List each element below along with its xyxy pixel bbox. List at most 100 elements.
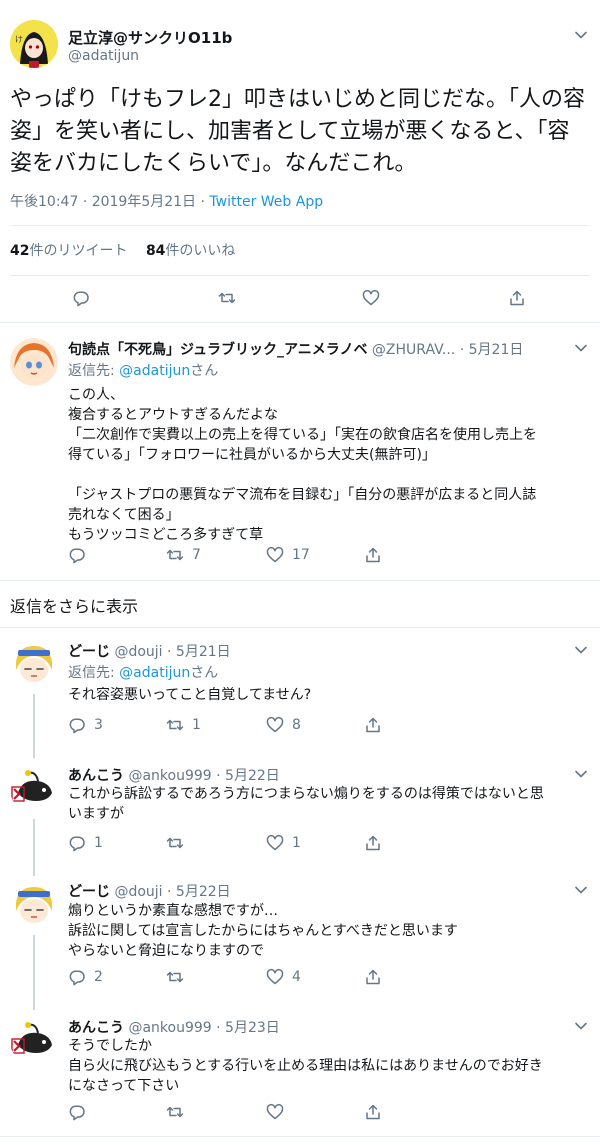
reply-button[interactable]: 3	[68, 716, 103, 734]
engagement-stats: 42件のリツイート 84件のいいね	[10, 240, 235, 260]
retweet-stat[interactable]: 42件のリツイート	[10, 243, 127, 259]
reply-line: やらないと脅迫になりますので	[68, 943, 264, 959]
like-count: 1	[292, 835, 301, 851]
author-handle[interactable]: @ankou999	[128, 768, 211, 784]
reply-button[interactable]	[68, 546, 94, 564]
share-icon	[366, 1104, 380, 1120]
reply-date[interactable]: 5月21日	[469, 342, 524, 358]
reply-line: 売れなくて困る」	[68, 507, 180, 523]
reply-button[interactable]	[68, 1103, 94, 1121]
author-name[interactable]: あんこう	[68, 1020, 124, 1036]
reply-icon	[69, 970, 85, 986]
reply-button[interactable]	[72, 289, 90, 307]
reply-button[interactable]: 2	[68, 968, 103, 986]
avatar[interactable]	[10, 640, 58, 688]
chevron-down-icon[interactable]	[572, 881, 590, 899]
reply-date[interactable]: 5月22日	[176, 884, 231, 900]
reply-line: もうツッコミどころ多すぎて草	[68, 527, 264, 543]
show-more-replies[interactable]: 返信をさらに表示	[10, 593, 138, 617]
share-button[interactable]	[364, 968, 382, 986]
retweet-icon	[166, 719, 184, 731]
reply-to-suffix: さん	[190, 363, 219, 379]
like-button[interactable]	[266, 1103, 292, 1121]
heart-icon	[266, 835, 284, 851]
like-label: 件のいいね	[165, 243, 236, 259]
share-icon	[366, 547, 380, 563]
reply-date[interactable]: 5月21日	[176, 644, 231, 660]
chevron-down-icon[interactable]	[572, 641, 590, 659]
avatar[interactable]	[10, 338, 58, 386]
author-name[interactable]: どーじ	[68, 644, 110, 660]
reply-header: あんこう @ankou999 · 5月22日	[68, 768, 280, 784]
avatar[interactable]	[10, 881, 58, 929]
author-handle[interactable]: @ZHURAV...	[372, 342, 455, 358]
retweet-button[interactable]: 7	[166, 546, 201, 564]
author-handle[interactable]: @adatijun	[68, 48, 139, 64]
retweet-button[interactable]: 1	[166, 716, 201, 734]
reply-line: これから訴訟するであろう方につまらない煽りをするのは得策ではないと思	[68, 786, 544, 802]
retweet-button[interactable]	[166, 834, 192, 852]
avatar[interactable]	[10, 1017, 58, 1065]
avatar[interactable]	[10, 765, 58, 813]
reply-to-link[interactable]: @adatijun	[119, 363, 190, 379]
reply-to-prefix: 返信先:	[68, 363, 120, 379]
heart-icon	[266, 1104, 284, 1120]
reply-body: 煽りというか素直な感想ですが… 訴訟に関しては宣言したからにはちゃんとすべきだと…	[68, 901, 593, 961]
author-name[interactable]: 句読点「不死鳥」ジュラブリック_アニメラノベ	[68, 342, 367, 358]
like-button[interactable]: 1	[266, 834, 301, 852]
avatar[interactable]: け	[10, 20, 58, 68]
chevron-down-icon[interactable]	[572, 26, 590, 44]
retweet-button[interactable]	[218, 289, 236, 307]
reply-line: 煽りというか素直な感想ですが…	[68, 903, 278, 919]
reply-line: 自ら火に飛び込もうとする行いを止める理由は私にはありませんのでお好き	[68, 1058, 543, 1074]
author-handle[interactable]: @ankou999	[128, 1020, 211, 1036]
like-button[interactable]: 17	[266, 546, 310, 564]
tweet-meta: 午後10:47 · 2019年5月21日 · Twitter Web App	[10, 191, 323, 211]
reply-count: 2	[94, 969, 103, 985]
share-button[interactable]	[364, 716, 382, 734]
reply-line: いますが	[68, 806, 124, 822]
chevron-down-icon[interactable]	[572, 765, 590, 783]
reply-button[interactable]: 1	[68, 834, 103, 852]
reply-to-link[interactable]: @adatijun	[119, 665, 190, 681]
tweet-text: やっぱり「けもフレ2」叩きはいじめと同じだな。「人の容姿」を笑い者にし、加害者と…	[10, 87, 585, 176]
reply-icon	[73, 291, 89, 307]
reply-line: 訴訟に関しては宣言したからにはちゃんとすべきだと思います	[68, 923, 458, 939]
reply-count: 3	[94, 717, 103, 733]
like-button[interactable]: 4	[266, 968, 301, 986]
like-button[interactable]: 8	[266, 716, 301, 734]
reply-to-prefix: 返信先:	[68, 665, 120, 681]
share-button[interactable]	[364, 546, 382, 564]
reply-body: これから訴訟するであろう方につまらない煽りをするのは得策ではないと思 いますが	[68, 784, 593, 824]
reply-count: 1	[94, 835, 103, 851]
retweet-icon	[166, 971, 184, 983]
author-name[interactable]: あんこう	[68, 768, 124, 784]
reply-icon	[69, 718, 85, 734]
author-handle[interactable]: @douji	[114, 884, 162, 900]
retweet-button[interactable]	[166, 968, 192, 986]
reply-header: あんこう @ankou999 · 5月23日	[68, 1020, 280, 1036]
author-name[interactable]: どーじ	[68, 884, 110, 900]
author-handle[interactable]: @douji	[114, 644, 162, 660]
reply-header: 句読点「不死鳥」ジュラブリック_アニメラノベ @ZHURAV... · 5月21…	[68, 342, 524, 358]
reply-date[interactable]: 5月23日	[225, 1020, 280, 1036]
like-stat[interactable]: 84件のいいね	[146, 243, 235, 259]
chevron-down-icon[interactable]	[572, 1017, 590, 1035]
chevron-down-icon[interactable]	[572, 339, 590, 357]
retweet-label: 件のリツイート	[29, 243, 128, 259]
reply-header: どーじ @douji · 5月22日	[68, 884, 231, 900]
reply-body: そうでしたか 自ら火に飛び込もうとする行いを止める理由は私にはありませんのでお好…	[68, 1036, 593, 1096]
author-name[interactable]: 足立淳@サンクリO11b	[68, 27, 232, 48]
heart-icon	[266, 969, 284, 985]
share-button[interactable]	[364, 834, 382, 852]
source-link[interactable]: Twitter Web App	[209, 194, 323, 210]
retweet-button[interactable]	[166, 1103, 192, 1121]
retweet-count: 42	[10, 243, 30, 259]
share-button[interactable]	[364, 1103, 382, 1121]
reply-icon	[69, 548, 85, 564]
like-button[interactable]	[362, 289, 380, 307]
tweet-timestamp[interactable]: 午後10:47 · 2019年5月21日 ·	[10, 194, 209, 210]
share-button[interactable]	[508, 289, 526, 307]
reply-to-suffix: さん	[190, 665, 219, 681]
reply-date[interactable]: 5月22日	[225, 768, 280, 784]
